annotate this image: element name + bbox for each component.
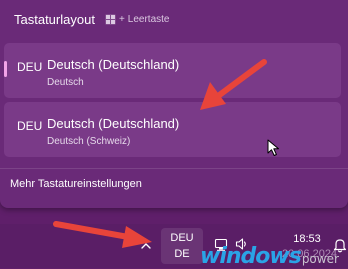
language-code: DEU [17,60,43,74]
flyout-title: Tastaturlayout [14,11,95,27]
clock-date: 20.06.2024 [282,248,338,260]
speaker-icon[interactable] [234,236,250,252]
bell-icon[interactable] [332,236,348,254]
flyout-header: Tastaturlayout + Leertaste [14,9,169,29]
input-language-indicator[interactable]: DEU DE [161,228,203,264]
layout-name: Deutsch (Deutschland) [47,57,180,72]
selection-indicator [4,61,7,77]
clock[interactable]: 18:53 20.06.2024 [282,232,338,262]
shortcut-hint: + Leertaste [104,13,170,25]
taskbar: DEU DE 18:53 20.06.2024 [0,224,348,268]
network-icon[interactable] [213,236,229,252]
layout-item-deutsch-deutschland[interactable]: DEU Deutsch (Deutschland) Deutsch [4,43,341,98]
ime-keyboard-code: DE [174,248,190,260]
clock-time: 18:53 [293,233,321,245]
layout-name: Deutsch (Deutschland) [47,116,180,131]
layout-subtitle: Deutsch (Schweiz) [47,136,131,147]
chevron-up-icon[interactable] [138,238,154,254]
plus-sign: + [118,13,125,25]
windows-key-icon [104,13,116,25]
mouse-cursor-icon [267,139,279,156]
shortcut-key-label: Leertaste [127,13,170,25]
layout-item-deutsch-schweiz[interactable]: DEU Deutsch (Deutschland) Deutsch (Schwe… [4,102,341,157]
layout-subtitle: Deutsch [47,77,84,88]
language-code: DEU [17,119,43,133]
more-keyboard-settings-link[interactable]: Mehr Tastatureinstellungen [10,178,142,190]
keyboard-layout-flyout: Tastaturlayout + Leertaste DEU Deutsch (… [0,0,348,208]
divider [0,168,348,169]
ime-language-code: DEU [170,232,194,244]
